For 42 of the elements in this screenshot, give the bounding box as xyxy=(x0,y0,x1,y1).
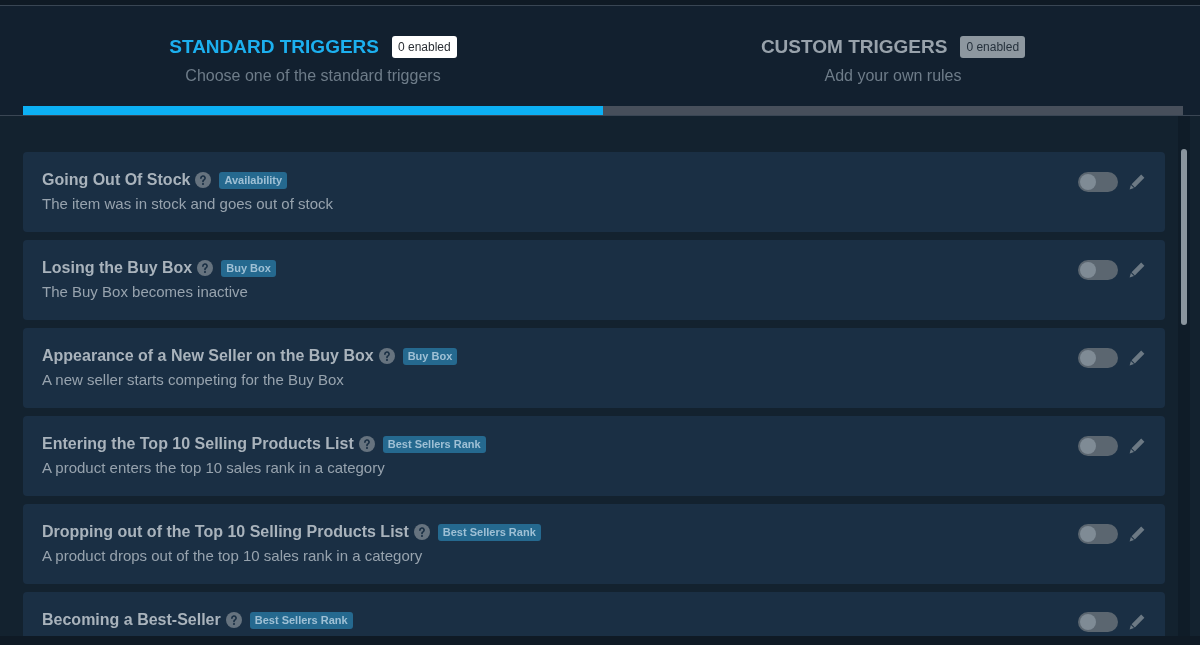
trigger-title: Appearance of a New Seller on the Buy Box xyxy=(42,346,374,366)
pencil-icon[interactable] xyxy=(1129,174,1145,190)
category-tag: Best Sellers Rank xyxy=(437,523,541,541)
trigger-description: A product enters the top 10 sales rank in a category xyxy=(42,459,386,477)
help-icon[interactable] xyxy=(225,612,242,628)
tab-subtitle: Add your own rules xyxy=(824,66,962,86)
trigger-title: Losing the Buy Box xyxy=(42,258,193,278)
tab[interactable]: STANDARD TRIGGERS xyxy=(169,35,379,59)
toggle-switch[interactable] xyxy=(1078,348,1118,368)
trigger-title: Entering the Top 10 Selling Products List xyxy=(42,434,354,454)
scrollbar-thumb[interactable] xyxy=(1181,149,1187,325)
tab[interactable]: CUSTOM TRIGGERS xyxy=(760,35,948,59)
count-badge: 0 enabled xyxy=(392,36,457,58)
pencil-icon[interactable] xyxy=(1129,438,1145,454)
category-tag: Buy Box xyxy=(402,347,458,365)
pencil-icon[interactable] xyxy=(1129,526,1145,542)
trigger-description: The Buy Box becomes inactive xyxy=(42,283,249,301)
help-icon[interactable] xyxy=(413,524,430,540)
category-tag: Best Sellers Rank xyxy=(382,435,486,453)
toggle-switch[interactable] xyxy=(1078,436,1118,456)
trigger-description: A product drops out of the top 10 sales rank in a category xyxy=(42,547,424,565)
trigger-description: The item was in stock and goes out of stock xyxy=(42,195,333,213)
trigger-title: Dropping out of the Top 10 Selling Products List xyxy=(42,522,409,542)
pencil-icon[interactable] xyxy=(1129,262,1145,278)
category-tag: Best Sellers Rank xyxy=(249,611,353,629)
category-tag: Availability xyxy=(219,171,288,189)
help-icon[interactable] xyxy=(378,348,395,364)
trigger-title: Becoming a Best-Seller xyxy=(42,610,221,630)
pencil-icon[interactable] xyxy=(1129,614,1145,630)
help-icon[interactable] xyxy=(195,172,212,188)
pencil-icon[interactable] xyxy=(1129,350,1145,366)
count-badge: 0 enabled xyxy=(960,36,1026,58)
toggle-switch[interactable] xyxy=(1078,524,1118,544)
toggle-switch[interactable] xyxy=(1078,612,1118,632)
trigger-description: A new seller starts competing for the Buy Box xyxy=(42,371,345,389)
toggle-switch[interactable] xyxy=(1078,172,1118,192)
toggle-switch[interactable] xyxy=(1078,260,1118,280)
help-icon[interactable] xyxy=(197,260,214,276)
category-tag: Buy Box xyxy=(221,259,276,277)
trigger-title: Going Out Of Stock xyxy=(42,170,191,190)
tab-subtitle: Choose one of the standard triggers xyxy=(185,66,441,86)
help-icon[interactable] xyxy=(358,436,375,452)
